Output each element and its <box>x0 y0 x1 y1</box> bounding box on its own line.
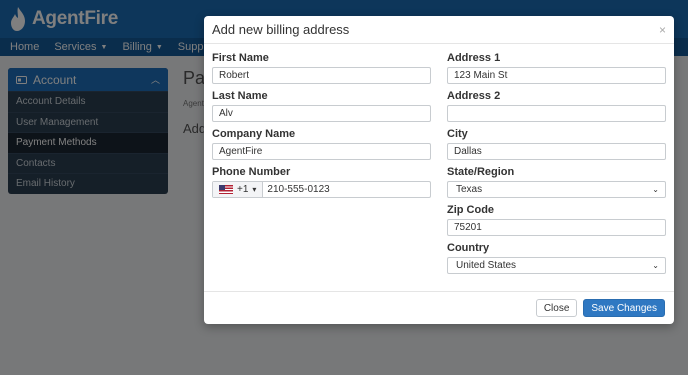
first-name-group: First Name Robert <box>212 52 431 84</box>
city-label: City <box>447 128 468 140</box>
chevron-down-icon: ⌄ <box>652 261 659 270</box>
state-label: State/Region <box>447 166 515 178</box>
caret-down-icon: ▾ <box>252 185 257 194</box>
billing-address-modal: Add new billing address × First Name Rob… <box>204 16 674 324</box>
company-name-label: Company Name <box>212 128 296 140</box>
country-code: +1 <box>237 184 249 195</box>
address1-field[interactable]: 123 Main St <box>447 67 666 84</box>
address2-label: Address 2 <box>447 90 501 102</box>
last-name-label: Last Name <box>212 90 268 102</box>
company-name-group: Company Name AgentFire <box>212 128 431 160</box>
first-name-label: First Name <box>212 52 269 64</box>
phone-number-label: Phone Number <box>212 166 291 178</box>
modal-title: Add new billing address <box>212 22 350 37</box>
first-name-field[interactable]: Robert <box>212 67 431 84</box>
us-flag-icon <box>219 185 233 194</box>
chevron-down-icon: ⌄ <box>652 185 659 194</box>
phone-number-group: Phone Number +1 ▾ 210-555-0123 <box>212 166 431 198</box>
company-name-field[interactable]: AgentFire <box>212 143 431 160</box>
phone-number-value: 210-555-0123 <box>267 184 330 195</box>
form-column-left: First Name Robert Last Name Alv Company … <box>212 52 431 204</box>
phone-number-field[interactable]: +1 ▾ 210-555-0123 <box>212 181 431 198</box>
address2-group: Address 2 <box>447 90 666 122</box>
save-changes-button[interactable]: Save Changes <box>583 299 665 317</box>
state-select[interactable]: Texas ⌄ <box>447 181 666 198</box>
last-name-field[interactable]: Alv <box>212 105 431 122</box>
country-value: United States <box>456 260 517 271</box>
last-name-group: Last Name Alv <box>212 90 431 122</box>
form-column-right: Address 1 123 Main St Address 2 City Dal… <box>447 52 666 280</box>
country-label: Country <box>447 242 490 254</box>
state-value: Texas <box>456 184 483 195</box>
address1-label: Address 1 <box>447 52 501 64</box>
zip-field[interactable]: 75201 <box>447 219 666 236</box>
country-group: Country United States ⌄ <box>447 242 666 274</box>
zip-group: Zip Code 75201 <box>447 204 666 236</box>
address2-field[interactable] <box>447 105 666 122</box>
close-icon[interactable]: × <box>659 23 666 37</box>
city-group: City Dallas <box>447 128 666 160</box>
country-code-selector[interactable]: +1 ▾ <box>213 182 264 197</box>
city-field[interactable]: Dallas <box>447 143 666 160</box>
modal-footer: Close Save Changes <box>204 291 674 324</box>
close-button[interactable]: Close <box>535 299 578 317</box>
state-group: State/Region Texas ⌄ <box>447 166 666 198</box>
zip-label: Zip Code <box>447 204 495 216</box>
country-select[interactable]: United States ⌄ <box>447 257 666 274</box>
address1-group: Address 1 123 Main St <box>447 52 666 84</box>
modal-header: Add new billing address × <box>204 16 674 44</box>
